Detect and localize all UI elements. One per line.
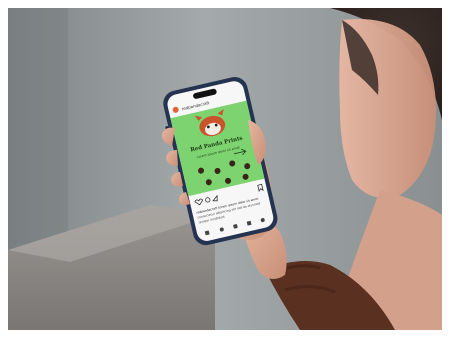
photo-illustration: redpandacraft Red Panda Prints Lorem ips…	[0, 0, 450, 339]
photo-scene: redpandacraft Red Panda Prints Lorem ips…	[0, 0, 450, 339]
